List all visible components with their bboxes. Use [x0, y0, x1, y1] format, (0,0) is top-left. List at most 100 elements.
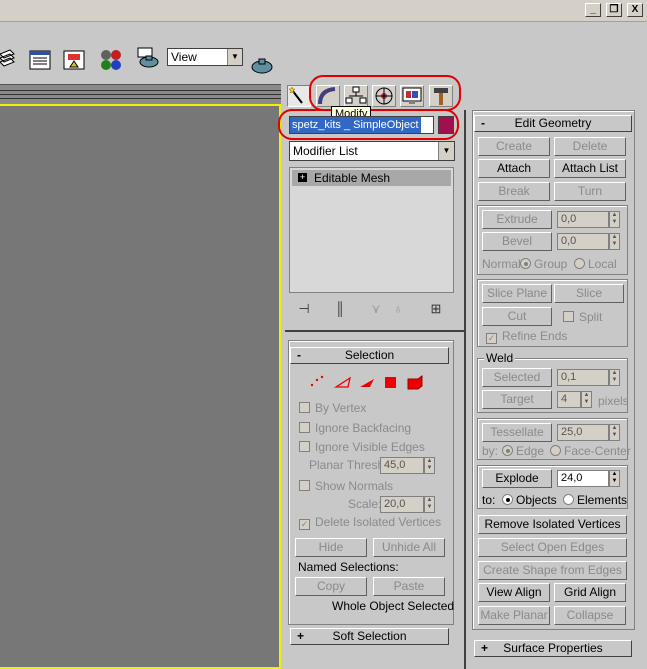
grid-align-button[interactable]: Grid Align	[554, 583, 626, 602]
break-button[interactable]: Break	[478, 182, 550, 201]
pin-stack-icon[interactable]: ⊣	[295, 300, 313, 318]
expand-icon[interactable]: +	[298, 173, 307, 182]
show-end-result-icon[interactable]: ║	[331, 300, 349, 318]
to-objects-radio[interactable]: Objects	[502, 493, 557, 507]
normal-group-radio[interactable]: Group	[520, 257, 567, 271]
split-checkbox[interactable]: Split	[563, 311, 602, 324]
attach-button[interactable]: Attach	[478, 159, 550, 178]
render-scene-icon[interactable]	[137, 47, 161, 69]
configure-sets-icon[interactable]: ⊞	[427, 300, 445, 318]
spinner-arrows-icon[interactable]: ▲ ▼	[609, 369, 620, 386]
spinner-arrows-icon[interactable]: ▲ ▼	[424, 457, 435, 474]
spinner-arrows-icon[interactable]: ▲ ▼	[609, 211, 620, 228]
collapse-button[interactable]: Collapse	[554, 606, 626, 625]
spinner-arrows-icon[interactable]: ▲ ▼	[609, 470, 620, 487]
bevel-value: 0,0	[561, 235, 577, 247]
stack-item-label: Editable Mesh	[314, 171, 391, 185]
extrude-button[interactable]: Extrude	[482, 210, 552, 229]
create-button[interactable]: Create	[478, 137, 550, 156]
spinner-arrows-icon[interactable]: ▲ ▼	[581, 391, 592, 408]
make-planar-button[interactable]: Make Planar	[478, 606, 550, 625]
weld-threshold-spinner[interactable]: 0,1 ▲ ▼	[557, 369, 620, 386]
remove-modifier-icon[interactable]: ♁	[389, 300, 407, 318]
copy-button[interactable]: Copy	[295, 577, 367, 596]
track-view-icon[interactable]	[28, 49, 52, 71]
view-align-button[interactable]: View Align	[478, 583, 550, 602]
by-label: by:	[482, 444, 499, 458]
slice-plane-button[interactable]: Slice Plane	[482, 284, 552, 303]
create-shape-from-edges-button[interactable]: Create Shape from Edges	[478, 561, 627, 580]
surface-properties-title: Surface Properties	[503, 641, 603, 655]
viewport[interactable]	[0, 104, 281, 669]
weld-label: Weld	[484, 351, 516, 365]
object-color-swatch[interactable]	[438, 116, 454, 134]
column-divider	[464, 110, 466, 669]
tessellate-spinner[interactable]: 25,0 ▲ ▼	[557, 424, 620, 441]
weld-selected-button[interactable]: Selected	[482, 368, 552, 387]
modifier-list-dropdown[interactable]: Modifier List ▼	[289, 141, 455, 161]
delete-isolated-vertices-checkbox[interactable]: ✓ Delete Isolated Vertices	[299, 516, 441, 530]
paste-button[interactable]: Paste	[373, 577, 445, 596]
delete-button[interactable]: Delete	[554, 137, 626, 156]
object-name-field[interactable]: spetz_kits _ SimpleObject	[289, 116, 434, 134]
scale-spinner[interactable]: 20,0 ▲ ▼	[380, 496, 435, 513]
to-elements-radio[interactable]: Elements	[563, 493, 627, 507]
face-icon[interactable]	[360, 379, 374, 387]
explode-button[interactable]: Explode	[482, 469, 552, 488]
by-vertex-checkbox[interactable]: By Vertex	[299, 402, 366, 415]
ignore-visible-edges-checkbox[interactable]: Ignore Visible Edges	[299, 441, 425, 454]
normal-local-radio[interactable]: Local	[574, 257, 617, 271]
planar-thresh-value: 45,0	[384, 459, 406, 471]
refine-ends-label: Refine Ends	[502, 329, 568, 343]
restore-button[interactable]: ❐	[606, 3, 622, 17]
stack-item-editable-mesh[interactable]: + Editable Mesh	[292, 170, 451, 186]
spinner-arrows-icon[interactable]: ▲ ▼	[424, 496, 435, 513]
close-button[interactable]: X	[627, 3, 643, 17]
material-editor-icon[interactable]	[99, 49, 123, 71]
minimize-button[interactable]: _	[585, 3, 601, 17]
by-vertex-label: By Vertex	[315, 401, 367, 415]
unhide-all-button[interactable]: Unhide All	[373, 538, 445, 557]
soft-selection-rollout-header[interactable]: + Soft Selection	[290, 628, 449, 645]
turn-button[interactable]: Turn	[554, 182, 626, 201]
attach-list-button[interactable]: Attach List	[554, 159, 626, 178]
bevel-spinner[interactable]: 0,0 ▲ ▼	[557, 233, 620, 250]
spinner-arrows-icon[interactable]: ▲ ▼	[609, 424, 620, 441]
tab-create[interactable]	[287, 85, 311, 107]
weld-target-button[interactable]: Target	[482, 390, 552, 409]
ignore-backfacing-label: Ignore Backfacing	[315, 421, 412, 435]
select-open-edges-button[interactable]: Select Open Edges	[478, 538, 627, 557]
ignore-backfacing-checkbox[interactable]: Ignore Backfacing	[299, 422, 411, 435]
weld-target-spinner[interactable]: 4 ▲ ▼	[557, 391, 592, 408]
normal-label: Normal:	[482, 257, 525, 271]
to-label: to:	[482, 493, 496, 507]
element-icon[interactable]	[407, 375, 423, 390]
schematic-view-icon[interactable]	[62, 49, 86, 71]
extrude-spinner[interactable]: 0,0 ▲ ▼	[557, 211, 620, 228]
modifier-stack[interactable]: + Editable Mesh	[289, 167, 454, 293]
show-normals-checkbox[interactable]: Show Normals	[299, 480, 393, 493]
remove-isolated-vertices-button[interactable]: Remove Isolated Vertices	[478, 515, 627, 534]
weld-target-value: 4	[561, 393, 568, 405]
hide-button[interactable]: Hide	[295, 538, 367, 557]
explode-spinner[interactable]: 24,0 ▲ ▼	[557, 470, 620, 487]
vertex-icon[interactable]	[310, 375, 324, 387]
quick-render-icon[interactable]	[250, 53, 274, 75]
surface-properties-rollout-header[interactable]: + Surface Properties	[474, 640, 632, 657]
edge-icon[interactable]	[333, 376, 351, 388]
polygon-icon[interactable]	[385, 377, 396, 388]
tessellate-value: 25,0	[561, 426, 583, 438]
panel-divider	[285, 330, 466, 332]
bevel-button[interactable]: Bevel	[482, 232, 552, 251]
planar-thresh-spinner[interactable]: 45,0 ▲ ▼	[380, 457, 435, 474]
slice-button[interactable]: Slice	[554, 284, 624, 303]
layers-icon[interactable]	[0, 48, 24, 70]
make-unique-icon[interactable]: ⋎	[367, 300, 385, 318]
by-edge-radio[interactable]: Edge	[502, 444, 544, 458]
spinner-arrows-icon[interactable]: ▲ ▼	[609, 233, 620, 250]
tessellate-button[interactable]: Tessellate	[482, 423, 552, 442]
by-face-center-radio[interactable]: Face-Center	[550, 444, 631, 458]
cut-button[interactable]: Cut	[482, 307, 552, 326]
refine-ends-checkbox[interactable]: ✓ Refine Ends	[486, 330, 567, 344]
render-view-select[interactable]: View ▼	[167, 48, 243, 66]
